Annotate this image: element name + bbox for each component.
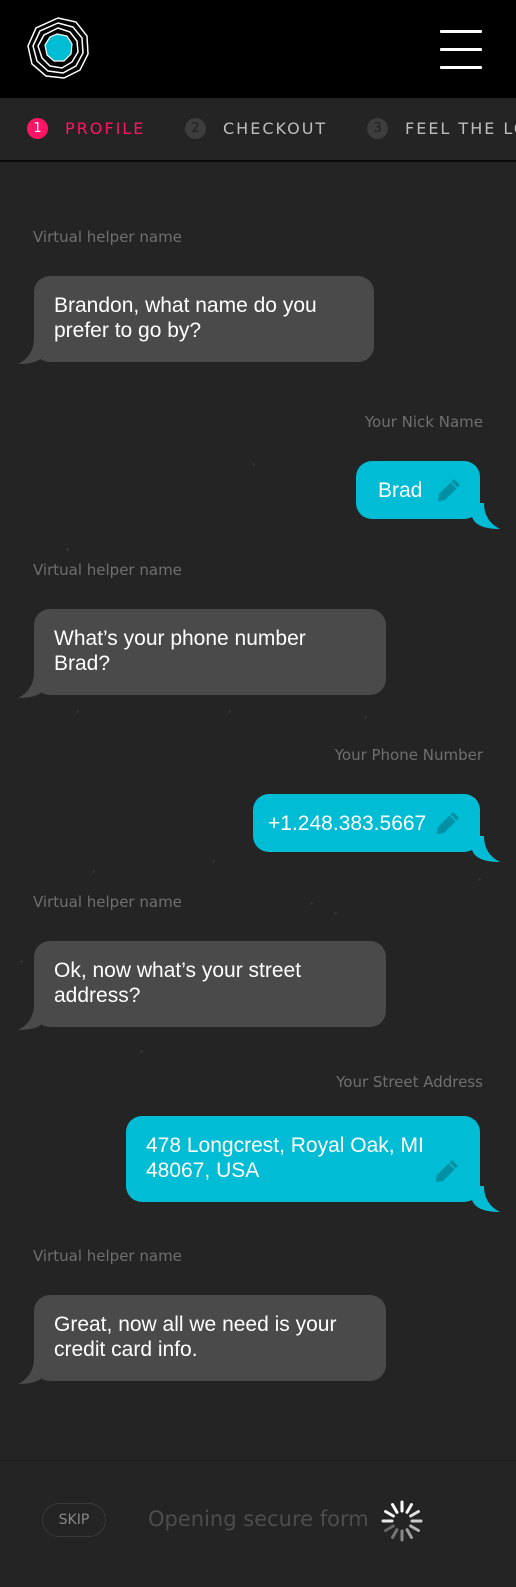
user-message-phone[interactable]: +1.248.383.5667 (253, 794, 480, 852)
step-number: 1 (27, 118, 48, 139)
bot-message: Ok, now what’s your street address? (34, 941, 386, 1027)
background-dot (364, 716, 367, 719)
topographic-logo-icon[interactable] (26, 16, 90, 80)
hamburger-menu-button[interactable] (440, 28, 486, 70)
pencil-icon[interactable] (435, 810, 461, 836)
background-dot (76, 710, 79, 713)
message-text: Brandon, what name do you prefer to go b… (54, 294, 317, 342)
background-dot (212, 860, 215, 863)
step-profile[interactable]: 1 PROFILE (27, 118, 145, 139)
step-feel-the-love[interactable]: 3 FEEL THE LO (367, 118, 516, 139)
bot-message: Great, now all we need is your credit ca… (34, 1295, 386, 1381)
loading-spinner-icon (381, 1500, 423, 1542)
message-text: Great, now all we need is your credit ca… (54, 1313, 337, 1361)
user-message-nickname[interactable]: Brad (356, 461, 480, 519)
background-dot (478, 878, 481, 881)
background-dot (140, 1050, 143, 1053)
sender-label: Your Street Address (336, 1073, 483, 1091)
step-number: 3 (367, 118, 388, 139)
sender-label: Virtual helper name (33, 893, 182, 911)
sender-label: Virtual helper name (33, 228, 182, 246)
step-label: FEEL THE LO (405, 119, 516, 138)
background-dot (252, 463, 255, 466)
message-text: +1.248.383.5667 (268, 812, 427, 835)
step-label: CHECKOUT (223, 119, 328, 138)
progress-steps: 1 PROFILE 2 CHECKOUT 3 FEEL THE LO (0, 98, 516, 162)
sender-label: Your Nick Name (364, 413, 483, 431)
bot-message: Brandon, what name do you prefer to go b… (34, 276, 374, 362)
pencil-icon[interactable] (436, 477, 462, 503)
bot-message: What’s your phone number Brad? (34, 609, 386, 695)
menu-line (440, 30, 482, 33)
top-bar (0, 0, 516, 98)
background-dot (228, 710, 231, 713)
message-text: Ok, now what’s your street address? (54, 959, 302, 1007)
status-text: Opening secure form (148, 1507, 369, 1531)
background-dot (66, 548, 69, 551)
footer-bar: SKIP Opening secure form (0, 1460, 516, 1587)
skip-button[interactable]: SKIP (42, 1503, 106, 1537)
step-number: 2 (185, 118, 206, 139)
background-dot (20, 960, 23, 963)
user-message-address[interactable]: 478 Longcrest, Royal Oak, MI 48067, USA (126, 1116, 480, 1202)
menu-line (440, 48, 482, 51)
step-label: PROFILE (65, 119, 146, 138)
sender-label: Virtual helper name (33, 561, 182, 579)
chat-conversation[interactable]: Virtual helper name Brandon, what name d… (0, 160, 516, 1460)
pencil-icon[interactable] (434, 1158, 460, 1184)
background-dot (310, 902, 313, 905)
message-text: Brad (378, 479, 423, 502)
background-dot (92, 870, 95, 873)
message-text: What’s your phone number Brad? (54, 627, 306, 675)
sender-label: Virtual helper name (33, 1247, 182, 1265)
sender-label: Your Phone Number (334, 746, 483, 764)
message-text: 478 Longcrest, Royal Oak, MI 48067, USA (146, 1134, 424, 1182)
background-dot (334, 912, 337, 915)
step-checkout[interactable]: 2 CHECKOUT (185, 118, 327, 139)
menu-line (440, 66, 482, 69)
